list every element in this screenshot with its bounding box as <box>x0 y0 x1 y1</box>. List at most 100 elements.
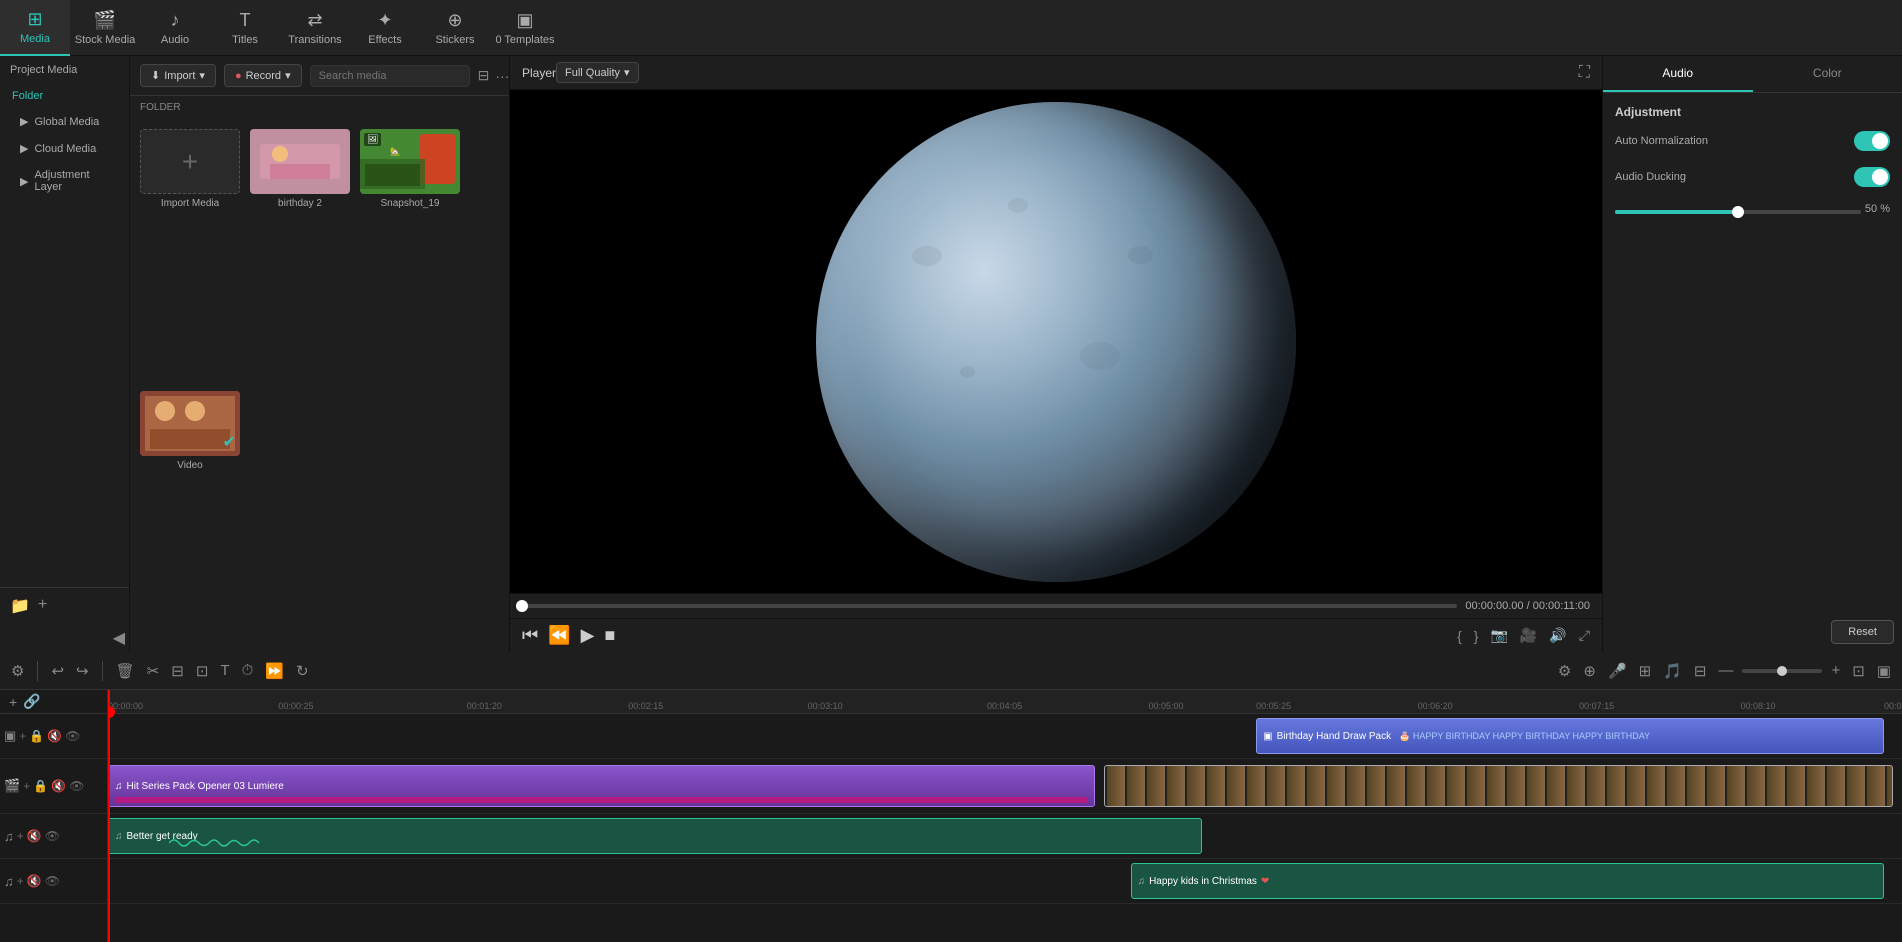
tab-media[interactable]: ⊞ Media <box>0 0 70 56</box>
project-media-header[interactable]: Project Media <box>0 56 129 84</box>
zoom-slider[interactable] <box>1742 669 1822 673</box>
sidebar-collapse-button[interactable]: ◀ <box>109 624 129 652</box>
track-2-lock-button[interactable]: 🔒 <box>33 779 48 793</box>
track-4-add-button[interactable]: + <box>17 874 24 888</box>
play-button[interactable]: ▶ <box>581 625 595 646</box>
track-3-mute-button[interactable]: 🔇 <box>27 829 42 843</box>
render-preview-button[interactable]: ⚙ <box>1555 659 1574 683</box>
new-folder-icon[interactable]: 📁 <box>10 596 30 616</box>
hit-series-clip[interactable]: ♫ Hit Series Pack Opener 03 Lumiere <box>108 765 1095 807</box>
expand-button[interactable]: ⤢ <box>1579 627 1590 644</box>
snap-button[interactable]: ⊞ <box>1636 659 1655 683</box>
track-3-add-button[interactable]: + <box>17 829 24 843</box>
tab-audio[interactable]: ♪ Audio <box>140 0 210 56</box>
tab-transitions[interactable]: ⇄ Transitions <box>280 0 350 56</box>
music-button[interactable]: 🎵 <box>1660 659 1685 683</box>
reset-button[interactable]: Reset <box>1831 620 1894 644</box>
birthday-video-clip[interactable] <box>1104 765 1893 807</box>
filter-icon[interactable]: ⊟ <box>478 67 490 84</box>
tab-color-panel[interactable]: Color <box>1753 56 1902 92</box>
tab-templates[interactable]: ▣ 0 Templates <box>490 0 560 56</box>
stop-button[interactable]: ■ <box>604 625 615 646</box>
undo-button[interactable]: ↩ <box>48 659 67 683</box>
tab-stock-media[interactable]: 🎬 Stock Media <box>70 0 140 56</box>
color-match-button[interactable]: ⊕ <box>1580 659 1599 683</box>
voice-over-button[interactable]: 🎤 <box>1605 659 1630 683</box>
import-media-item[interactable]: + Import Media <box>140 129 240 381</box>
auto-normalization-toggle[interactable] <box>1854 131 1890 151</box>
fullscreen-icon[interactable]: ⛶ <box>1579 64 1590 82</box>
tab-audio-panel[interactable]: Audio <box>1603 56 1753 92</box>
media-actions: ⊟ ··· <box>478 67 510 84</box>
speed-button[interactable]: ⏩ <box>262 659 287 683</box>
sidebar-item-global-media[interactable]: ▶ Global Media <box>0 108 129 135</box>
tab-effects[interactable]: ✦ Effects <box>350 0 420 56</box>
split-button[interactable]: ⊟ <box>168 659 187 683</box>
track-side-controls: + 🔗 ▣ + 🔒 🔇 👁 🎬 + 🔒 🔇 👁 <box>0 690 108 942</box>
caption-button[interactable]: ⊟ <box>1691 659 1710 683</box>
snapshot-button[interactable]: 📷 <box>1490 627 1507 644</box>
add-track-button[interactable]: + <box>6 691 20 713</box>
seek-bar[interactable] <box>522 604 1457 608</box>
zoom-in-button[interactable]: + <box>1828 659 1843 682</box>
video-item[interactable]: ✔ Video <box>140 391 240 643</box>
track-1-mute-button[interactable]: 🔇 <box>47 729 62 743</box>
frame-back-button[interactable]: ⏪ <box>548 625 570 646</box>
track-2-icon: 🎬 <box>4 778 20 794</box>
duration-button[interactable]: ⏱ <box>239 659 257 682</box>
adjustment-title: Adjustment <box>1615 105 1890 119</box>
layout-button[interactable]: ▣ <box>1874 659 1894 683</box>
video-thumb: ✔ <box>140 391 240 456</box>
audio-preview-button[interactable]: 🔊 <box>1549 627 1566 644</box>
toolbar-divider-2 <box>102 661 103 681</box>
ruler-header: + 🔗 <box>0 690 107 714</box>
camera-button[interactable]: 🎥 <box>1520 627 1537 644</box>
sidebar-item-adjustment-layer[interactable]: ▶ Adjustment Layer <box>0 162 129 200</box>
track-1-add-button[interactable]: + <box>19 729 26 743</box>
skip-back-button[interactable]: ⏮ <box>522 625 538 646</box>
tab-stickers[interactable]: ⊕ Stickers <box>420 0 490 56</box>
delete-button[interactable]: 🗑 <box>113 659 138 683</box>
track-1-lock-button[interactable]: 🔒 <box>29 729 44 743</box>
right-panel: Audio Color Adjustment Auto Normalizatio… <box>1602 56 1902 652</box>
track-4-eye-button[interactable]: 👁 <box>45 874 60 888</box>
snapshot-19-item[interactable]: 🏡 🖼 Snapshot_19 <box>360 129 460 381</box>
track-4-mute-button[interactable]: 🔇 <box>27 874 42 888</box>
mark-in-button[interactable]: { <box>1457 628 1462 644</box>
record-button[interactable]: ● Record ▾ <box>224 64 302 87</box>
audio-ducking-slider[interactable] <box>1615 210 1861 214</box>
top-toolbar: ⊞ Media 🎬 Stock Media ♪ Audio T Titles ⇄… <box>0 0 1902 56</box>
media-icon: ⊞ <box>27 9 42 30</box>
text-button[interactable]: T <box>217 659 232 682</box>
cut-button[interactable]: ✂ <box>144 659 163 683</box>
track-3-eye-button[interactable]: 👁 <box>45 829 60 843</box>
crop-button[interactable]: ⊡ <box>193 659 212 683</box>
zoom-out-button[interactable]: — <box>1715 659 1736 682</box>
track-2-mute-button[interactable]: 🔇 <box>51 779 66 793</box>
tab-titles[interactable]: T Titles <box>210 0 280 56</box>
birthday-2-item[interactable]: birthday 2 <box>250 129 350 381</box>
video-label: Video <box>177 460 202 471</box>
better-get-ready-clip[interactable]: ♫ Better get ready <box>108 818 1202 854</box>
add-icon[interactable]: + <box>38 596 47 616</box>
record-dot-icon: ● <box>235 70 242 82</box>
more-options-icon[interactable]: ··· <box>495 68 509 84</box>
track-4-icon: ♫ <box>4 874 14 889</box>
track-2-add-button[interactable]: + <box>23 779 30 793</box>
redo-button[interactable]: ↪ <box>73 659 92 683</box>
fit-button[interactable]: ⊡ <box>1849 659 1868 683</box>
birthday-title-clip[interactable]: ▣ Birthday Hand Draw Pack 🎂 HAPPY BIRTHD… <box>1256 718 1884 754</box>
track-1-eye-button[interactable]: 👁 <box>65 729 80 743</box>
link-button[interactable]: 🔗 <box>20 690 43 713</box>
mark-out-button[interactable]: } <box>1474 628 1479 644</box>
sidebar-item-cloud-media[interactable]: ▶ Cloud Media <box>0 135 129 162</box>
audio-ducking-toggle[interactable] <box>1854 167 1890 187</box>
search-input[interactable] <box>310 65 470 87</box>
happy-kids-clip[interactable]: ♫ Happy kids in Christmas ❤ <box>1131 863 1884 899</box>
import-button[interactable]: ⬇ Import ▾ <box>140 64 216 87</box>
timeline-toolbar: ⚙ ↩ ↪ 🗑 ✂ ⊟ ⊡ T ⏱ ⏩ ↻ ⚙ ⊕ 🎤 ⊞ 🎵 ⊟ — <box>0 652 1902 690</box>
rotate-button[interactable]: ↻ <box>293 659 312 683</box>
quality-select[interactable]: Full Quality ▾ <box>556 62 639 83</box>
timeline-settings-button[interactable]: ⚙ <box>8 659 27 683</box>
track-2-eye-button[interactable]: 👁 <box>69 779 84 793</box>
